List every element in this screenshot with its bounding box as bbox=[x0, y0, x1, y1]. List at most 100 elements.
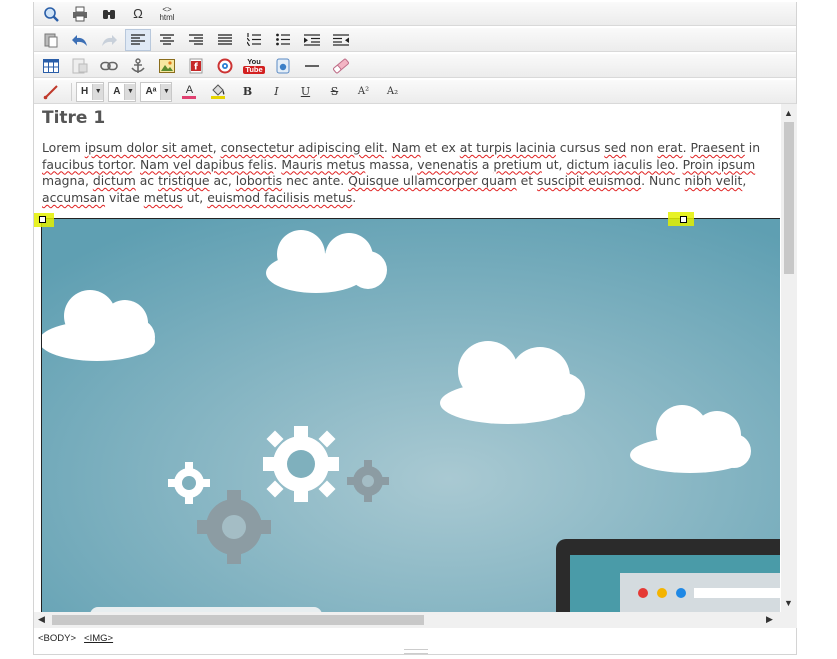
background-color-icon[interactable] bbox=[205, 81, 231, 103]
indent-icon[interactable] bbox=[299, 29, 325, 51]
vertical-scroll-thumb[interactable] bbox=[784, 122, 794, 274]
heading-dropdown-label: H bbox=[81, 86, 89, 97]
spellcheck-word: dictum iaculis leo bbox=[566, 156, 675, 172]
spellcheck-word: consectetur adipiscing elit bbox=[220, 140, 384, 155]
paragraph-text: Lorem bbox=[42, 140, 85, 155]
unordered-list-icon[interactable] bbox=[270, 29, 296, 51]
spellcheck-word: euismod facilisis metus bbox=[207, 189, 353, 205]
subscript-button[interactable]: A₂ bbox=[379, 81, 405, 103]
paragraph-text: ac, bbox=[209, 173, 236, 189]
selected-image[interactable] bbox=[41, 218, 780, 612]
path-body[interactable]: <BODY> bbox=[38, 633, 76, 644]
spellcheck-word: metus bbox=[143, 189, 183, 205]
spellcheck-word: Nam bbox=[391, 140, 421, 155]
scroll-up-arrow-icon[interactable]: ▲ bbox=[784, 108, 793, 118]
paragraph-text: massa, bbox=[365, 156, 418, 172]
toolbar-row-2 bbox=[34, 28, 796, 52]
align-left-icon[interactable] bbox=[125, 28, 151, 51]
html-source-icon[interactable]: <> html bbox=[154, 3, 180, 25]
paste-icon[interactable] bbox=[38, 29, 64, 51]
horizontal-scrollbar[interactable]: ◀ ▶ bbox=[34, 612, 781, 628]
file-icon[interactable] bbox=[270, 55, 296, 77]
justify-icon[interactable] bbox=[212, 29, 238, 51]
paragraph-text: ut, bbox=[541, 156, 567, 172]
horizontal-rule-icon[interactable] bbox=[299, 55, 325, 77]
print-icon[interactable] bbox=[67, 3, 93, 25]
italic-button[interactable]: I bbox=[263, 81, 289, 103]
vertical-scrollbar[interactable]: ▲ ▼ bbox=[781, 104, 797, 612]
image-icon[interactable] bbox=[154, 55, 180, 77]
link-icon[interactable] bbox=[96, 55, 122, 77]
paragraph-text: magna, bbox=[42, 173, 93, 189]
form-icon[interactable] bbox=[67, 55, 93, 77]
find-icon[interactable] bbox=[96, 3, 122, 25]
spellcheck-word: sed bbox=[604, 140, 627, 155]
bold-button[interactable]: B bbox=[234, 81, 260, 103]
undo-icon[interactable] bbox=[67, 29, 93, 51]
scroll-right-arrow-icon[interactable]: ▶ bbox=[766, 614, 773, 625]
text-color-button[interactable]: A bbox=[176, 81, 202, 103]
eraser-icon[interactable] bbox=[328, 55, 354, 77]
anchor-icon[interactable] bbox=[125, 55, 151, 77]
toolbar-separator bbox=[71, 82, 72, 101]
paragraph-text: . bbox=[383, 140, 392, 155]
svg-text:f: f bbox=[194, 62, 198, 72]
special-char-icon[interactable]: Ω bbox=[125, 3, 151, 25]
text-color-swatch bbox=[182, 95, 197, 99]
scroll-down-arrow-icon[interactable]: ▼ bbox=[784, 598, 793, 608]
chevron-down-icon: ▼ bbox=[124, 83, 136, 100]
path-img[interactable]: <IMG> bbox=[84, 633, 113, 644]
youtube-icon[interactable]: You Tube bbox=[241, 55, 267, 77]
paragraph-text: nec ante. bbox=[282, 173, 349, 189]
media-icon[interactable] bbox=[212, 55, 238, 77]
brush-icon[interactable] bbox=[38, 81, 64, 103]
spellcheck-word: venenatis bbox=[417, 156, 478, 172]
paragraph-text: et bbox=[516, 173, 538, 189]
paragraph-text: vitae bbox=[105, 189, 144, 205]
align-right-icon[interactable] bbox=[183, 29, 209, 51]
toolbar-row-3: f You Tube bbox=[34, 54, 796, 78]
spellcheck-word: at turpis lacinia bbox=[459, 140, 556, 155]
heading-title: Titre 1 bbox=[42, 108, 106, 128]
html-source-label: html bbox=[159, 12, 175, 22]
text-color-label: A bbox=[185, 83, 194, 96]
spellcheck-word: ipsum dolor sit amet bbox=[84, 140, 213, 155]
table-icon[interactable] bbox=[38, 55, 64, 77]
spellcheck-word: erat bbox=[657, 140, 683, 155]
underline-button[interactable]: U bbox=[292, 81, 318, 103]
spellcheck-word: Quisque ullamcorper quam bbox=[348, 173, 517, 189]
chevron-down-icon: ▼ bbox=[160, 83, 172, 100]
redo-icon[interactable] bbox=[96, 29, 122, 51]
spellcheck-word: Proin ipsum bbox=[682, 156, 756, 172]
horizontal-scroll-thumb[interactable] bbox=[52, 615, 424, 625]
spellcheck-word: tristique bbox=[158, 173, 210, 189]
preview-icon[interactable] bbox=[38, 3, 64, 25]
landscape-illustration bbox=[42, 219, 780, 612]
font-dropdown[interactable]: A ▼ bbox=[108, 81, 137, 102]
paragraph-text: . bbox=[674, 156, 683, 172]
paragraph-text: non bbox=[626, 140, 658, 155]
resize-handle-top-left[interactable] bbox=[39, 216, 46, 223]
body-paragraph: Lorem ipsum dolor sit amet, consectetur … bbox=[42, 140, 770, 206]
element-path-statusbar: <BODY> <IMG> bbox=[34, 628, 796, 648]
editor-content-area[interactable]: Titre 1 Lorem ipsum dolor sit amet, cons… bbox=[34, 104, 780, 612]
superscript-button[interactable]: A² bbox=[350, 81, 376, 103]
resize-handle-top-center[interactable] bbox=[680, 216, 687, 223]
spellcheck-word: accumsan bbox=[42, 189, 106, 205]
scroll-left-arrow-icon[interactable]: ◀ bbox=[38, 614, 45, 625]
toolbar-row-1: Ω <> html bbox=[34, 2, 796, 26]
strikethrough-button[interactable]: S bbox=[321, 81, 347, 103]
editor-resize-grip[interactable] bbox=[404, 649, 428, 654]
align-center-icon[interactable] bbox=[154, 29, 180, 51]
paragraph-text: et ex bbox=[420, 140, 460, 155]
ordered-list-icon[interactable] bbox=[241, 29, 267, 51]
chevron-down-icon: ▼ bbox=[92, 83, 104, 100]
font-size-dropdown[interactable]: Aᵃ ▼ bbox=[140, 81, 173, 102]
spellcheck-word: Mauris metus bbox=[281, 156, 366, 172]
spellcheck-word: faucibus tortor bbox=[42, 156, 133, 172]
flash-icon[interactable]: f bbox=[183, 55, 209, 77]
paragraph-text: , bbox=[212, 140, 221, 155]
heading-dropdown[interactable]: H ▼ bbox=[76, 81, 105, 102]
outdent-icon[interactable] bbox=[328, 29, 354, 51]
youtube-tube: Tube bbox=[243, 64, 265, 74]
